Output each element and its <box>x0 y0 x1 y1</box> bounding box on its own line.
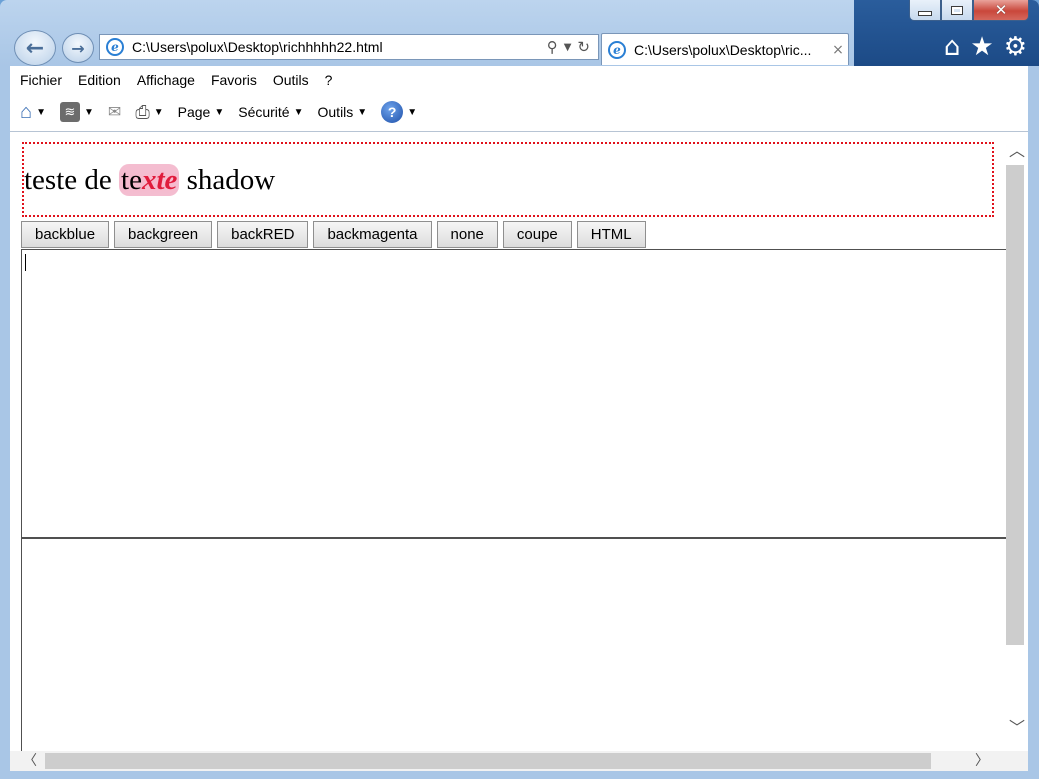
output-area[interactable] <box>21 539 1006 751</box>
scroll-up-icon[interactable]: ︿ <box>1006 140 1028 162</box>
menu-affichage[interactable]: Affichage <box>129 72 203 88</box>
cmd-mail[interactable]: ✉ <box>108 102 121 122</box>
menu-outils[interactable]: Outils <box>265 72 317 88</box>
backred-button[interactable]: backRED <box>217 221 309 248</box>
maximize-button[interactable] <box>941 0 973 21</box>
tab-close-icon[interactable]: × <box>828 42 848 58</box>
backgreen-button[interactable]: backgreen <box>114 221 213 248</box>
address-url[interactable]: C:\Users\polux\Desktop\richhhhh22.html <box>132 39 547 55</box>
cmd-home[interactable]: ⌂ ▼ <box>20 101 46 124</box>
text-after: shadow <box>179 164 276 196</box>
star-icon[interactable]: ★ <box>970 32 993 62</box>
back-button[interactable]: ← <box>14 30 56 66</box>
html-editor-area[interactable] <box>21 249 1006 539</box>
address-tools: ⚲ ▼ ↻ <box>547 38 590 56</box>
editable-text[interactable]: teste de texte shadow <box>24 164 275 197</box>
vertical-scroll-thumb[interactable] <box>1006 165 1024 645</box>
text-shadow-plain: te <box>121 164 142 196</box>
menu-favoris[interactable]: Favoris <box>203 72 265 88</box>
menu-bar: Fichier Edition Affichage Favoris Outils… <box>10 66 1028 94</box>
rich-text-editable-box[interactable]: teste de texte shadow <box>22 142 994 217</box>
browser-tools: ⌂ ★ ⚙ <box>944 32 1027 62</box>
chevron-down-icon: ▼ <box>293 106 304 118</box>
minimize-button[interactable] <box>909 0 941 21</box>
help-icon: ? <box>381 101 404 123</box>
vertical-scrollbar[interactable]: ︿ ﹀ <box>1006 132 1028 751</box>
forward-arrow-icon: → <box>71 38 85 58</box>
cmd-security[interactable]: Sécurité ▼ <box>238 104 303 120</box>
chevron-down-icon: ▼ <box>84 106 94 118</box>
scroll-left-icon[interactable]: 〈 <box>20 751 40 771</box>
cmd-feeds[interactable]: ≋ ▼ <box>60 102 94 122</box>
ie-page-icon: e <box>106 38 124 56</box>
close-button[interactable]: ✕ <box>973 0 1029 21</box>
scroll-right-icon[interactable]: 〉 <box>972 751 992 771</box>
format-buttons: backblue backgreen backRED backmagenta n… <box>21 221 646 248</box>
page-content: teste de texte shadow backblue backgreen… <box>10 132 1006 751</box>
address-bar[interactable]: e C:\Users\polux\Desktop\richhhhh22.html… <box>99 34 599 60</box>
forward-button[interactable]: → <box>62 33 94 63</box>
backblue-button[interactable]: backblue <box>21 221 110 248</box>
html-button[interactable]: HTML <box>576 221 646 248</box>
home-icon[interactable]: ⌂ <box>944 32 961 62</box>
shadow-highlight: texte <box>119 164 180 196</box>
chevron-down-icon: ▼ <box>36 106 46 118</box>
search-icon[interactable]: ⚲ <box>547 38 558 56</box>
chevron-down-icon: ▼ <box>214 106 225 118</box>
backmagenta-button[interactable]: backmagenta <box>313 221 432 248</box>
horizontal-scrollbar[interactable]: 〈 〉 <box>10 751 1028 771</box>
window-bottom-border <box>0 771 1039 779</box>
gear-icon[interactable]: ⚙ <box>1004 32 1027 62</box>
tab-title: C:\Users\polux\Desktop\ric... <box>634 41 812 58</box>
menu-fichier[interactable]: Fichier <box>12 72 70 88</box>
cmd-page[interactable]: Page ▼ <box>178 104 225 120</box>
chevron-down-icon: ▼ <box>153 106 164 118</box>
tab-current-page[interactable]: e C:\Users\polux\Desktop\ric... × <box>601 33 849 65</box>
chevron-down-icon: ▼ <box>407 106 418 118</box>
menu-edition[interactable]: Edition <box>70 72 129 88</box>
back-arrow-icon: ← <box>25 35 45 61</box>
scroll-down-icon[interactable]: ﹀ <box>1006 717 1028 739</box>
cmd-print[interactable]: ⎙ ▼ <box>135 102 163 123</box>
print-icon: ⎙ <box>135 101 150 122</box>
mail-icon: ✉ <box>107 104 122 121</box>
text-before: teste de <box>24 164 120 196</box>
cmd-page-label: Page <box>177 104 211 120</box>
cmd-tools-label: Outils <box>317 104 354 120</box>
cmd-tools[interactable]: Outils ▼ <box>318 104 368 120</box>
close-icon: ✕ <box>994 1 1008 19</box>
browser-chrome: Fichier Edition Affichage Favoris Outils… <box>10 66 1028 132</box>
maximize-icon <box>951 5 963 15</box>
text-caret <box>25 254 26 271</box>
home-page-icon: ⌂ <box>20 100 33 123</box>
cmd-security-label: Sécurité <box>238 104 290 120</box>
ie-tab-icon: e <box>608 40 626 59</box>
minimize-icon <box>918 10 932 16</box>
menu-help[interactable]: ? <box>317 72 341 88</box>
dropdown-arrow-icon[interactable]: ▼ <box>564 42 572 53</box>
caption-buttons: ✕ <box>909 0 1029 22</box>
text-shadow-styled: xte <box>141 164 178 196</box>
horizontal-scroll-thumb[interactable] <box>45 753 931 769</box>
chevron-down-icon: ▼ <box>357 106 368 118</box>
refresh-icon[interactable]: ↻ <box>577 38 590 56</box>
cmd-help[interactable]: ? ▼ <box>381 101 417 123</box>
rss-feed-icon: ≋ <box>60 102 80 122</box>
command-bar: ⌂ ▼ ≋ ▼ ✉ ⎙ ▼ Page ▼ Sécurité ▼ Outils ▼ ? ▼ <box>10 94 1028 130</box>
none-button[interactable]: none <box>436 221 498 248</box>
coupe-button[interactable]: coupe <box>502 221 572 248</box>
